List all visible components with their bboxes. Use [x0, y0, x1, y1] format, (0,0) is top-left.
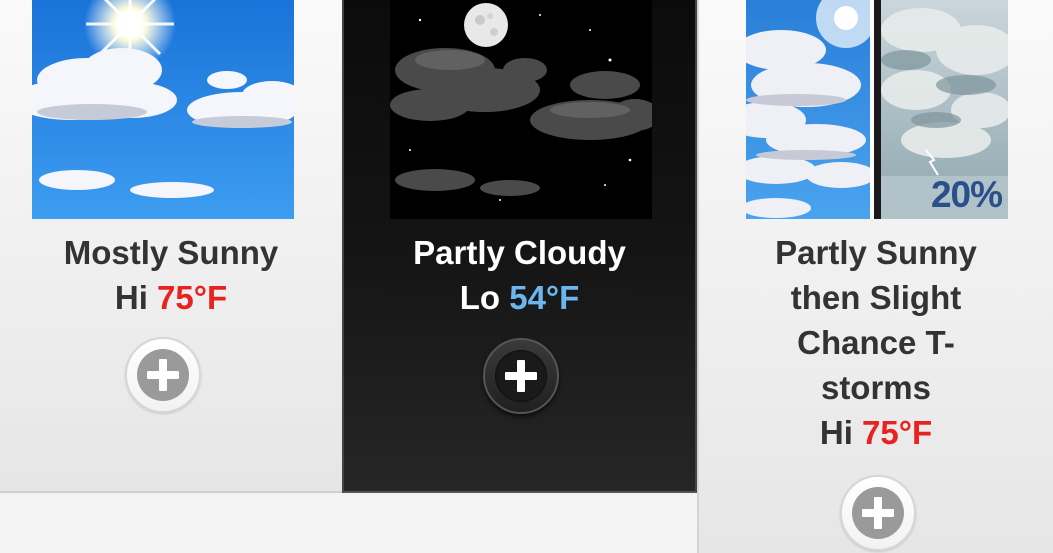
condition-text: Mostly Sunny — [63, 234, 279, 271]
temperature: Hi 75°F — [0, 275, 342, 320]
temp-value: 75°F — [862, 414, 933, 451]
temp-value: 54°F — [509, 279, 580, 316]
mostly-sunny-icon — [32, 0, 294, 219]
plus-icon — [852, 487, 904, 539]
condition-text: Partly Cloudy — [413, 234, 626, 271]
forecast-strip: Mostly Sunny Hi 75°F Partly Cloudy Lo 54… — [0, 0, 1053, 553]
plus-icon — [137, 349, 189, 401]
temperature: Hi 75°F — [699, 410, 1053, 455]
condition-line: Chance T- — [797, 324, 955, 361]
expand-button[interactable] — [483, 338, 559, 414]
precip-chance-label: 20% — [930, 174, 1003, 215]
forecast-period-3[interactable]: 20% Partly Sunny then Slight Chance T- s… — [697, 0, 1053, 553]
temperature: Lo 54°F — [344, 275, 695, 320]
temp-value: 75°F — [157, 279, 228, 316]
temp-label: Hi — [114, 279, 148, 316]
forecast-period-2[interactable]: Partly Cloudy Lo 54°F — [342, 0, 697, 493]
forecast-description-1: Mostly Sunny Hi 75°F — [0, 230, 342, 320]
forecast-description-3: Partly Sunny then Slight Chance T- storm… — [699, 230, 1053, 455]
temp-label: Hi — [819, 414, 853, 451]
condition-line: Partly Sunny — [775, 234, 977, 271]
forecast-description-2: Partly Cloudy Lo 54°F — [344, 230, 695, 320]
partly-sunny-then-tstorms-icon: 20% — [746, 0, 1008, 219]
empty-area — [0, 495, 697, 553]
condition-line: storms — [820, 369, 932, 406]
temp-label: Lo — [459, 279, 501, 316]
condition-line: then Slight — [790, 279, 962, 316]
partly-cloudy-night-icon — [390, 0, 652, 219]
expand-button[interactable] — [840, 475, 916, 551]
forecast-period-1[interactable]: Mostly Sunny Hi 75°F — [0, 0, 342, 493]
expand-button[interactable] — [125, 337, 201, 413]
plus-icon — [495, 350, 547, 402]
